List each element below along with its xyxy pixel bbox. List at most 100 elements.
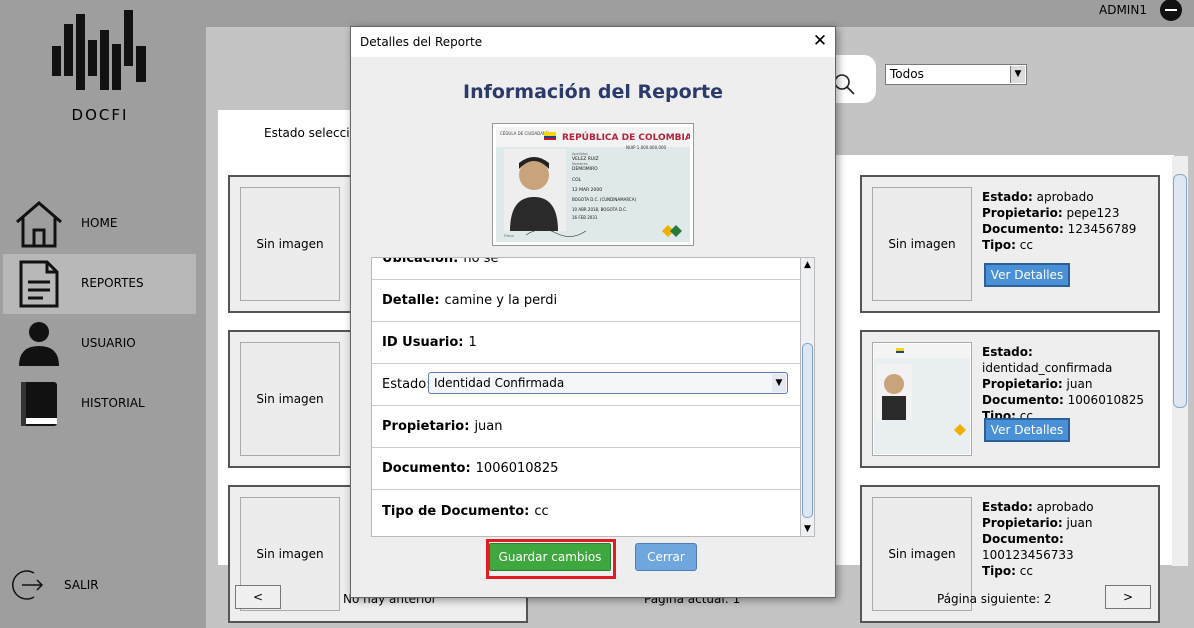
field-label: Tipo de Documento:: [382, 503, 530, 519]
field-documento: Documento: 1006010825: [372, 448, 800, 490]
estado-label: Estado:: [982, 190, 1033, 204]
sidebar-item-label: HISTORIAL: [81, 396, 145, 410]
estado-select-value: Identidad Confirmada: [434, 376, 565, 390]
report-card: Sin imagen Estado: aprobado Propietario:…: [860, 175, 1160, 313]
chevron-down-icon: ▼: [1010, 66, 1025, 83]
card-info: Estado: identidad_confirmada Propietario…: [982, 344, 1158, 424]
close-icon[interactable]: ✕: [811, 32, 829, 50]
id-card-name-label: Nombres: [572, 162, 588, 166]
dialog-titlebar[interactable]: Detalles del Reporte ✕: [351, 27, 835, 57]
id-card-expiry: 16 FEB 2031: [572, 215, 598, 220]
id-card-image: CÉDULA DE CIUDADANÍA REPÚBLICA DE COLOMB…: [492, 123, 694, 246]
status-label: Estado seleccio: [264, 126, 357, 140]
card-image: Sin imagen: [872, 187, 972, 301]
id-card-nuip: NUIP 1.000.000.000: [626, 145, 667, 150]
id-card-place: BOGOTA D.C. (CUNDINAMARCA): [572, 197, 636, 202]
sidebar-item-historial[interactable]: HISTORIAL: [3, 374, 196, 434]
minus-circle-icon[interactable]: [1160, 0, 1182, 21]
documento-label: Documento:: [982, 393, 1064, 407]
logo-text: DOCFI: [71, 106, 129, 124]
documento-value: 100123456733: [982, 548, 1074, 562]
field-estado: Estado: Identidad Confirmada ▼: [372, 364, 800, 406]
field-ubicacion: Ubicación: no se: [372, 257, 800, 280]
close-button[interactable]: Cerrar: [635, 543, 697, 571]
estado-value: identidad_confirmada: [982, 361, 1113, 375]
fields-scrollbar[interactable]: ▲ ▼: [800, 257, 815, 537]
ver-detalles-button[interactable]: Ver Detalles: [984, 263, 1070, 287]
documento-label: Documento:: [982, 532, 1064, 546]
scrollbar-thumb[interactable]: [1173, 174, 1187, 408]
scrollbar-thumb[interactable]: [802, 343, 813, 518]
propietario-label: Propietario:: [982, 377, 1063, 391]
estado-value: aprobado: [1036, 500, 1094, 514]
report-fields-panel: Ubicación: no se Detalle: camine y la pe…: [371, 257, 801, 537]
field-id-usuario: ID Usuario: 1: [372, 322, 800, 364]
propietario-value: juan: [1066, 516, 1093, 530]
sidebar-item-salir[interactable]: SALIR: [10, 568, 200, 602]
field-label: ID Usuario:: [382, 335, 464, 350]
report-card: Estado: identidad_confirmada Propietario…: [860, 330, 1160, 468]
card-image: Sin imagen: [240, 342, 340, 456]
field-value: no se: [463, 257, 499, 266]
id-card-nationality: COL: [572, 177, 582, 183]
documento-value: 123456789: [1067, 222, 1137, 236]
field-label: Ubicación:: [382, 257, 459, 266]
field-value: cc: [534, 503, 549, 519]
book-icon: [21, 382, 57, 426]
logout-icon: [12, 570, 44, 600]
save-changes-button[interactable]: Guardar cambios: [489, 543, 611, 571]
estado-label: Estado:: [982, 500, 1033, 514]
field-label: Propietario:: [382, 419, 470, 434]
chevron-down-icon: ▼: [772, 374, 786, 392]
prev-page-button[interactable]: <: [235, 585, 281, 609]
status-filter-select[interactable]: Todos ▼: [885, 64, 1027, 85]
id-card-country: REPÚBLICA DE COLOMBIA: [562, 131, 690, 143]
id-card-graphic: CÉDULA DE CIUDADANÍA REPÚBLICA DE COLOMB…: [496, 127, 692, 242]
user-name: ADMIN1: [1099, 3, 1147, 17]
sidebar-item-label: REPORTES: [81, 276, 144, 290]
next-page-button[interactable]: >: [1105, 585, 1151, 609]
card-info: Estado: aprobado Propietario: pepe123 Do…: [982, 189, 1136, 253]
field-detalle: Detalle: camine y la perdi: [372, 280, 800, 322]
field-value: camine y la perdi: [444, 293, 558, 308]
sidebar: DOCFI HOME REPORTES USUARIO HISTORIAL SA…: [0, 0, 206, 628]
propietario-label: Propietario:: [982, 206, 1063, 220]
field-label: Documento:: [382, 461, 471, 476]
user-icon: [19, 322, 59, 366]
tipo-label: Tipo:: [982, 238, 1016, 252]
card-info: Estado: aprobado Propietario: juan Docum…: [982, 499, 1158, 579]
sidebar-item-reportes[interactable]: REPORTES: [3, 254, 196, 314]
sidebar-item-usuario[interactable]: USUARIO: [3, 314, 196, 374]
tipo-value: cc: [1019, 238, 1033, 252]
tipo-label: Tipo:: [982, 564, 1016, 578]
document-icon: [19, 260, 59, 308]
propietario-label: Propietario:: [982, 516, 1063, 530]
sidebar-item-home[interactable]: HOME: [3, 194, 196, 254]
documento-label: Documento:: [982, 222, 1064, 236]
field-value: 1006010825: [475, 461, 559, 476]
id-card-thumbnail: [874, 344, 970, 454]
field-tipo-documento: Tipo de Documento: cc: [372, 490, 800, 532]
estado-label: Estado:: [982, 345, 1033, 359]
sidebar-item-label: HOME: [81, 216, 118, 230]
field-label: Detalle:: [382, 293, 440, 308]
card-image: [872, 342, 972, 456]
filter-value: Todos: [890, 67, 924, 81]
ver-detalles-button[interactable]: Ver Detalles: [984, 418, 1070, 442]
documento-value: 1006010825: [1067, 393, 1145, 407]
home-icon: [16, 201, 62, 248]
id-card-surname-label: Apellidos: [572, 152, 588, 156]
estado-value: aprobado: [1036, 190, 1094, 204]
id-card-header-left: CÉDULA DE CIUDADANÍA: [500, 131, 550, 136]
report-list-scrollbar[interactable]: [1172, 156, 1188, 566]
propietario-value: pepe123: [1066, 206, 1120, 220]
scroll-up-icon[interactable]: ▲: [801, 258, 814, 272]
field-value: 1: [468, 335, 477, 350]
card-image: Sin imagen: [240, 187, 340, 301]
estado-select[interactable]: Identidad Confirmada ▼: [428, 372, 788, 394]
dialog-heading: Información del Reporte: [463, 81, 723, 103]
id-card-signature-label: Firma: [504, 234, 514, 238]
report-details-dialog: Detalles del Reporte ✕ Información del R…: [350, 26, 836, 598]
docfi-logo: [52, 10, 146, 90]
scroll-down-icon[interactable]: ▼: [801, 522, 814, 536]
